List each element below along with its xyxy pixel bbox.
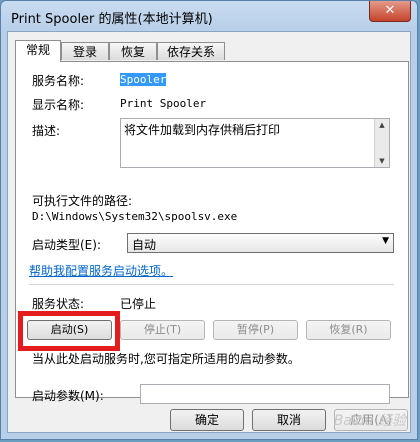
- watermark: Baidu 经验: [333, 413, 406, 429]
- service-status-label: 服务状态:: [32, 297, 85, 311]
- start-params-label: 启动参数(M):: [32, 389, 104, 403]
- tab-logon[interactable]: 登录: [61, 42, 109, 60]
- startup-type-value: 自动: [132, 238, 157, 252]
- service-properties-window: Print Spooler 的属性(本地计算机) ✕ 常规 登录 恢复 依存关系…: [0, 0, 418, 440]
- close-button[interactable]: ✕: [369, 1, 411, 22]
- cancel-button[interactable]: 取消: [252, 409, 326, 431]
- dialog-client-area: 常规 登录 恢复 依存关系 服务名称: Spooler 显示名称: Print …: [7, 31, 411, 433]
- service-name-label: 服务名称:: [32, 74, 85, 88]
- stop-button[interactable]: 停止(T): [120, 320, 205, 340]
- description-text: 将文件加载到内存供稍后打印: [124, 123, 281, 137]
- pause-button[interactable]: 暂停(P): [213, 320, 298, 340]
- startup-help-link[interactable]: 帮助我配置服务启动选项。: [29, 262, 173, 279]
- display-name-label: 显示名称:: [32, 98, 85, 112]
- start-params-hint: 当从此处启动服务时,您可指定所适用的启动参数。: [32, 352, 300, 366]
- startup-type-select[interactable]: 自动 ▼: [127, 233, 394, 253]
- chevron-down-icon: ▼: [382, 236, 389, 246]
- window-title: Print Spooler 的属性(本地计算机): [11, 12, 213, 27]
- scroll-up-arrow-icon[interactable]: ▲: [375, 119, 389, 131]
- scroll-down-arrow-icon[interactable]: ▼: [375, 155, 389, 167]
- tab-dependencies[interactable]: 依存关系: [157, 42, 225, 60]
- exe-path-label: 可执行文件的路径:: [32, 194, 133, 208]
- exe-path-value[interactable]: D:\Windows\System32\spoolsv.exe: [32, 210, 237, 223]
- start-params-input[interactable]: [140, 384, 390, 404]
- tab-general[interactable]: 常规: [15, 40, 61, 62]
- description-box[interactable]: 将文件加载到内存供稍后打印 ▲ ▼: [120, 118, 390, 168]
- description-scrollbar[interactable]: ▲ ▼: [374, 119, 389, 167]
- divider: [29, 284, 394, 285]
- display-name-value[interactable]: Print Spooler: [120, 97, 206, 110]
- ok-button[interactable]: 确定: [170, 409, 244, 431]
- tab-recovery[interactable]: 恢复: [109, 42, 157, 60]
- description-label: 描述:: [32, 124, 61, 138]
- service-status-value: 已停止: [120, 297, 157, 311]
- title-bar[interactable]: Print Spooler 的属性(本地计算机) ✕: [1, 1, 417, 31]
- general-tab-panel: 服务名称: Spooler 显示名称: Print Spooler 描述: 将文…: [15, 61, 409, 404]
- startup-type-label: 启动类型(E):: [32, 238, 101, 252]
- close-icon: ✕: [384, 3, 396, 18]
- resume-button[interactable]: 恢复(R): [306, 320, 391, 340]
- service-name-value[interactable]: Spooler: [120, 73, 167, 86]
- start-button-highlight: [18, 311, 120, 351]
